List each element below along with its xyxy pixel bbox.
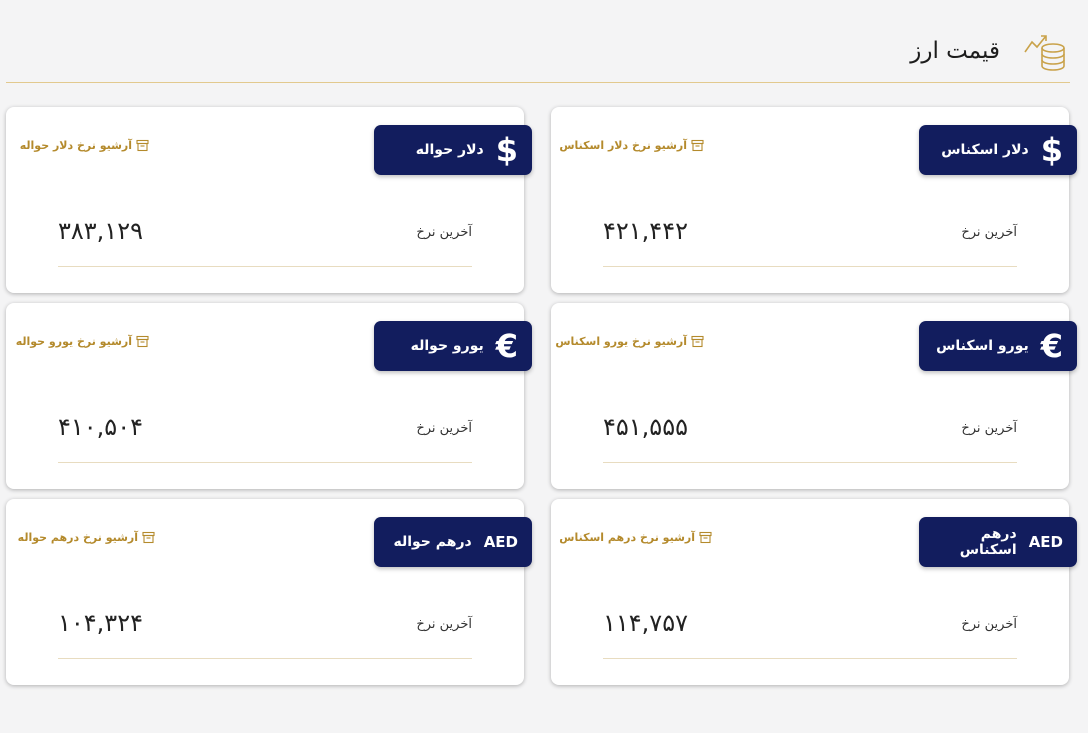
last-rate-value: ۱۰۴,۳۲۴: [58, 609, 143, 637]
divider: [58, 266, 472, 267]
currency-symbol-icon: €: [495, 327, 518, 365]
archive-link-label: آرشیو نرخ دلار حواله: [19, 139, 132, 152]
archive-link[interactable]: آرشیو نرخ یورو اسکناس: [555, 335, 704, 348]
archive-link[interactable]: آرشیو نرخ دلار حواله: [20, 139, 149, 152]
archive-box-icon: [142, 531, 155, 544]
currency-label: یورو اسکناس: [936, 338, 1029, 354]
archive-link-label: آرشیو نرخ یورو حواله: [15, 335, 132, 348]
archive-link-label: آرشیو نرخ دلار اسکناس: [559, 139, 687, 152]
currency-symbol-icon: $: [495, 131, 518, 169]
last-rate-label: آخرین نرخ: [416, 617, 472, 632]
divider: [58, 658, 472, 659]
divider: [603, 462, 1017, 463]
currency-label: دلار حواله: [415, 142, 484, 158]
currency-label: یورو حواله: [410, 338, 484, 354]
divider: [603, 658, 1017, 659]
last-rate-value: ۴۲۱,۴۴۲: [603, 217, 688, 245]
last-rate-value: ۱۱۴,۷۵۷: [603, 609, 688, 637]
page-header: قیمت ارز: [6, 24, 1070, 83]
currency-badge-button[interactable]: AED درهم حواله: [374, 517, 532, 567]
coins-trend-icon: [1024, 35, 1065, 71]
currency-symbol-icon: AED: [1028, 532, 1063, 551]
currency-symbol-icon: AED: [483, 532, 518, 551]
archive-link-label: آرشیو نرخ یورو اسکناس: [555, 335, 687, 348]
archive-link[interactable]: آرشیو نرخ درهم اسکناس: [559, 531, 712, 544]
archive-link[interactable]: آرشیو نرخ دلار اسکناس: [559, 139, 704, 152]
currency-badge-button[interactable]: € یورو اسکناس: [919, 321, 1077, 371]
archive-box-icon: [699, 531, 712, 544]
archive-link[interactable]: آرشیو نرخ یورو حواله: [16, 335, 149, 348]
rate-card-aed-transfer: AED درهم حواله آرشیو نرخ درهم حواله آخرین ن…: [6, 499, 532, 685]
currency-label: درهم حواله: [393, 534, 472, 550]
currency-label: دلار اسکناس: [941, 142, 1029, 158]
last-rate-label: آخرین نرخ: [961, 421, 1017, 436]
archive-link[interactable]: آرشیو نرخ درهم حواله: [18, 531, 155, 544]
divider: [603, 266, 1017, 267]
currency-symbol-icon: $: [1040, 131, 1063, 169]
last-rate-value: ۴۵۱,۵۵۵: [603, 413, 688, 441]
rate-card-usd-transfer: $ دلار حواله آرشیو نرخ دلار حواله آخرین نرخ…: [6, 107, 532, 293]
last-rate-label: آخرین نرخ: [961, 225, 1017, 240]
currency-badge-button[interactable]: $ دلار حواله: [374, 125, 532, 175]
archive-link-label: آرشیو نرخ درهم حواله: [17, 531, 138, 544]
rate-card-eur-transfer: € یورو حواله آرشیو نرخ یورو حواله آخرین نرخ…: [6, 303, 532, 489]
rate-card-eur-cash: € یورو اسکناس آرشیو نرخ یورو اسکناس آخرین ن…: [551, 303, 1077, 489]
last-rate-label: آخرین نرخ: [961, 617, 1017, 632]
rate-card-usd-cash: $ دلار اسکناس آرشیو نرخ دلار اسکناس آخرین ن…: [551, 107, 1077, 293]
last-rate-label: آخرین نرخ: [416, 225, 472, 240]
last-rate-value: ۴۱۰,۵۰۴: [58, 413, 143, 441]
divider: [58, 462, 472, 463]
archive-box-icon: [691, 335, 704, 348]
archive-box-icon: [136, 139, 149, 152]
archive-box-icon: [691, 139, 704, 152]
last-rate-value: ۳۸۳,۱۲۹: [58, 217, 143, 245]
page-title: قیمت ارز: [910, 38, 1000, 64]
archive-link-label: آرشیو نرخ درهم اسکناس: [559, 531, 695, 544]
currency-symbol-icon: €: [1040, 327, 1063, 365]
currency-badge-button[interactable]: AED درهم اسکناس: [919, 517, 1077, 567]
currency-badge-button[interactable]: € یورو حواله: [374, 321, 532, 371]
currency-label: درهم اسکناس: [959, 526, 1017, 558]
archive-box-icon: [136, 335, 149, 348]
currency-badge-button[interactable]: $ دلار اسکناس: [919, 125, 1077, 175]
rate-card-aed-cash: AED درهم اسکناس آرشیو نرخ درهم اسکناس آخرین…: [551, 499, 1077, 685]
last-rate-label: آخرین نرخ: [416, 421, 472, 436]
